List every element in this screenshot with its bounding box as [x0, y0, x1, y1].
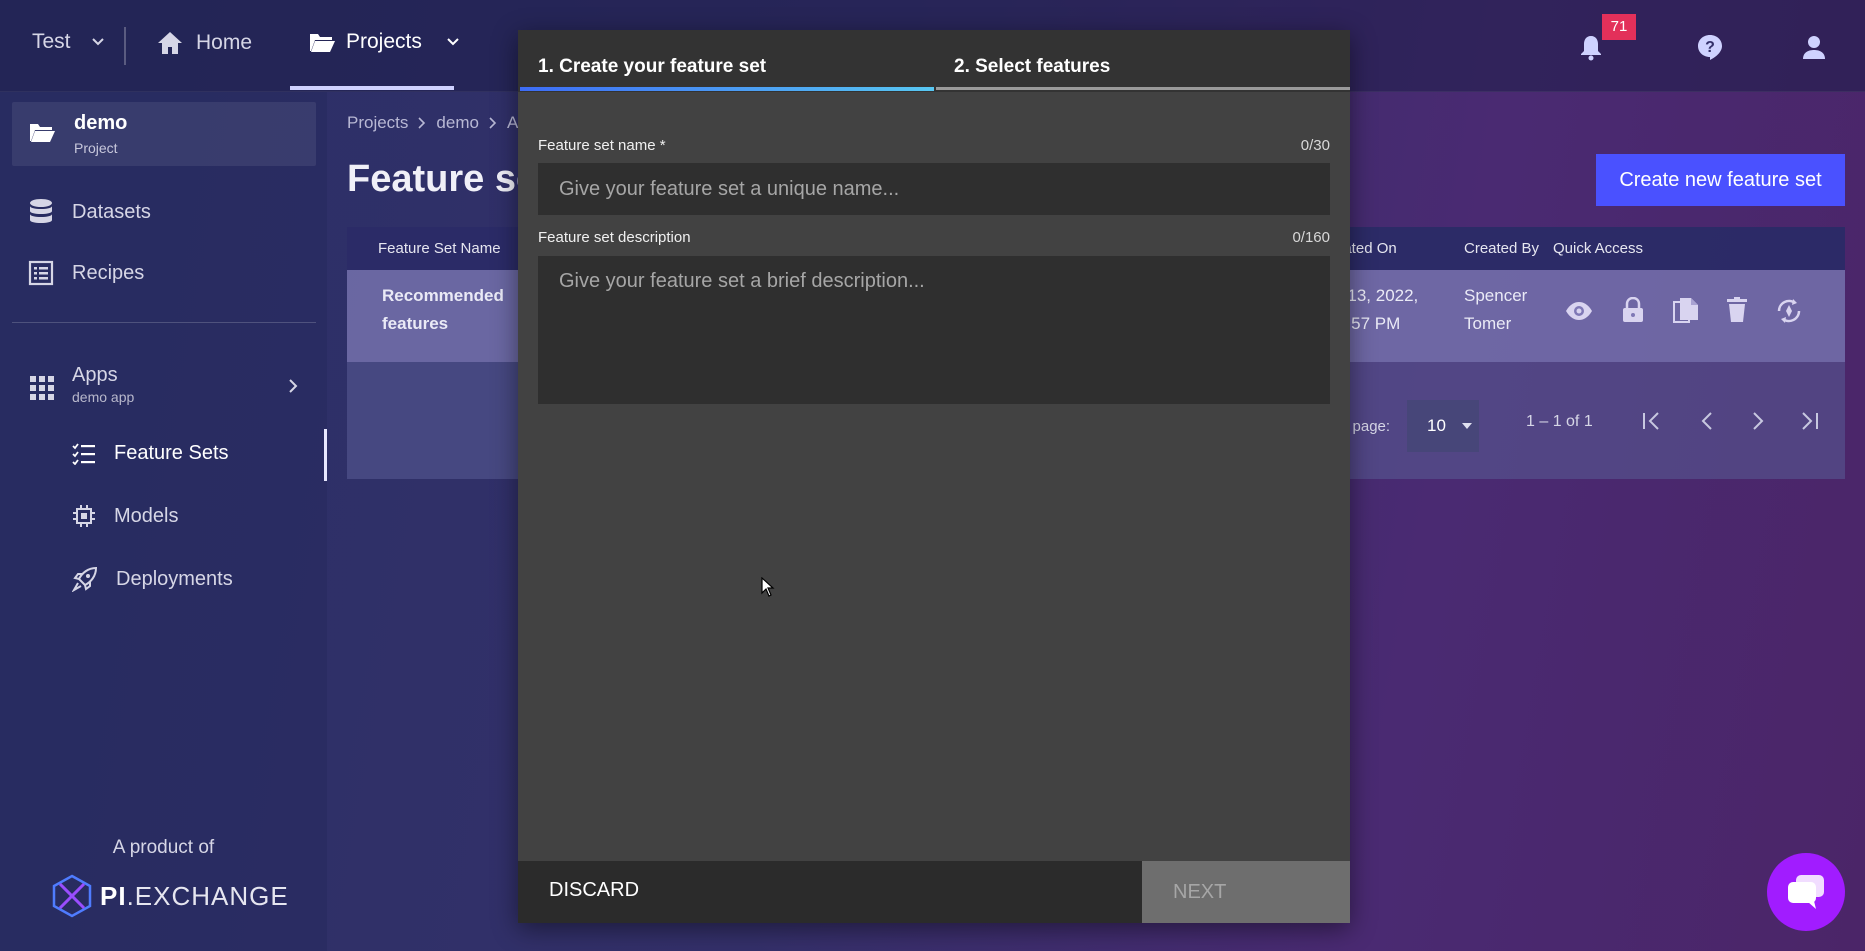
- bell-icon: [1578, 33, 1604, 61]
- chip-icon: [72, 504, 96, 528]
- trash-icon[interactable]: [1727, 297, 1747, 323]
- database-icon: [28, 198, 54, 226]
- sidebar-item-feature-sets[interactable]: Feature Sets: [72, 442, 229, 465]
- first-page-icon[interactable]: [1641, 410, 1663, 432]
- notification-badge: 71: [1602, 14, 1636, 40]
- breadcrumb-item[interactable]: demo: [436, 113, 479, 133]
- sidebar-item-models[interactable]: Models: [72, 504, 178, 528]
- help-button[interactable]: ?: [1693, 30, 1727, 64]
- next-button-label: NEXT: [1173, 880, 1227, 903]
- breadcrumb-item[interactable]: A: [507, 113, 518, 133]
- create-feature-set-dialog: 1. Create your feature set 2. Select fea…: [518, 30, 1350, 923]
- step-2-progress-bar: [936, 87, 1350, 90]
- rocket-icon: [72, 566, 98, 592]
- last-page-icon[interactable]: [1798, 410, 1820, 432]
- sidebar-item-datasets[interactable]: Datasets: [28, 198, 151, 226]
- list-icon: [28, 260, 54, 286]
- sidebar-divider: [12, 322, 316, 323]
- sidebar-item-apps[interactable]: Apps demo app: [30, 364, 134, 405]
- nav-projects-label: Projects: [346, 30, 422, 53]
- sidebar-item-label: Recipes: [72, 261, 145, 284]
- pagination-range: 1 – 1 of 1: [1526, 413, 1593, 430]
- workspace-label: Test: [32, 30, 71, 53]
- create-feature-set-button[interactable]: Create new feature set: [1596, 154, 1845, 206]
- piexchange-logo-icon: [52, 874, 92, 918]
- chat-icon: [1786, 873, 1826, 911]
- chevron-down-icon: [91, 37, 105, 47]
- eye-icon[interactable]: [1565, 301, 1593, 321]
- sidebar-item-label: Datasets: [72, 200, 151, 223]
- chevron-right-icon: [489, 117, 497, 129]
- folder-open-icon: [308, 30, 336, 54]
- folder-open-icon: [28, 120, 56, 144]
- feature-set-description-input[interactable]: [538, 256, 1330, 404]
- nav-projects[interactable]: Projects: [308, 30, 460, 54]
- apps-grid-icon: [30, 376, 54, 400]
- chat-support-button[interactable]: [1767, 853, 1845, 931]
- next-page-icon[interactable]: [1747, 410, 1769, 432]
- items-per-page-value: 10: [1427, 416, 1446, 435]
- sidebar-item-label: Deployments: [116, 567, 233, 590]
- sidebar-item-sublabel: demo app: [72, 389, 135, 405]
- sidebar: demo Project Datasets Recipes Apps demo …: [0, 92, 327, 951]
- project-name: demo: [74, 112, 128, 134]
- next-button[interactable]: NEXT: [1142, 861, 1350, 923]
- dialog-footer: DISCARD NEXT: [518, 861, 1350, 923]
- feature-set-name-label: Feature set name *: [538, 137, 666, 154]
- sidebar-item-recipes[interactable]: Recipes: [28, 260, 144, 286]
- topbar-divider: [124, 27, 126, 65]
- column-header-name[interactable]: Feature Set Name: [378, 240, 501, 257]
- user-icon: [1801, 34, 1827, 60]
- project-card[interactable]: demo Project: [12, 102, 316, 166]
- nav-home[interactable]: Home: [156, 30, 252, 56]
- feature-set-name-counter: 0/30: [1300, 137, 1330, 154]
- feature-set-name-input[interactable]: [538, 163, 1330, 215]
- lock-icon[interactable]: [1622, 297, 1644, 323]
- previous-page-icon[interactable]: [1696, 410, 1718, 432]
- deploy-sync-icon[interactable]: [1775, 297, 1803, 325]
- active-item-indicator: [324, 429, 327, 481]
- caret-down-icon: [1461, 423, 1472, 429]
- discard-button[interactable]: DISCARD: [549, 879, 639, 902]
- sidebar-item-deployments[interactable]: Deployments: [72, 566, 233, 592]
- sidebar-item-label: Models: [114, 504, 179, 527]
- mouse-cursor-icon: [761, 577, 775, 597]
- feature-set-description-counter: 0/160: [1292, 229, 1330, 246]
- stepper: 1. Create your feature set 2. Select fea…: [518, 30, 1350, 92]
- chevron-down-icon[interactable]: [446, 37, 460, 47]
- feature-set-name[interactable]: Recommended features: [382, 282, 504, 338]
- copy-icon[interactable]: [1673, 297, 1699, 325]
- breadcrumb-item[interactable]: Projects: [347, 113, 408, 133]
- breadcrumb: Projects demo A: [347, 113, 518, 133]
- sidebar-item-label: Feature Sets: [114, 442, 229, 464]
- items-per-page-select[interactable]: 10: [1407, 400, 1479, 452]
- step-1-progress-bar: [520, 87, 934, 91]
- step-create-feature-set[interactable]: 1. Create your feature set: [538, 56, 766, 78]
- svg-text:?: ?: [1705, 39, 1715, 56]
- brand-logo: PI.EXCHANGE: [52, 874, 289, 918]
- home-icon: [156, 30, 184, 56]
- step-select-features[interactable]: 2. Select features: [954, 56, 1110, 78]
- brand-wordmark: PI.EXCHANGE: [100, 880, 289, 911]
- column-header-created-by[interactable]: Created By: [1464, 240, 1539, 257]
- account-button[interactable]: [1797, 30, 1831, 64]
- product-of-label: A product of: [112, 837, 215, 858]
- column-header-quick-access: Quick Access: [1553, 240, 1644, 257]
- workspace-selector[interactable]: Test: [32, 30, 105, 54]
- active-tab-indicator: [290, 86, 454, 90]
- checklist-icon: [72, 442, 96, 465]
- nav-home-label: Home: [196, 31, 253, 54]
- chevron-right-icon[interactable]: [288, 378, 298, 394]
- project-type: Project: [74, 140, 118, 156]
- feature-set-description-label: Feature set description: [538, 229, 691, 246]
- help-icon: ?: [1696, 33, 1724, 61]
- sidebar-item-label: Apps: [72, 364, 118, 386]
- created-by-value: Spencer Tomer: [1464, 286, 1528, 333]
- chevron-right-icon: [418, 117, 426, 129]
